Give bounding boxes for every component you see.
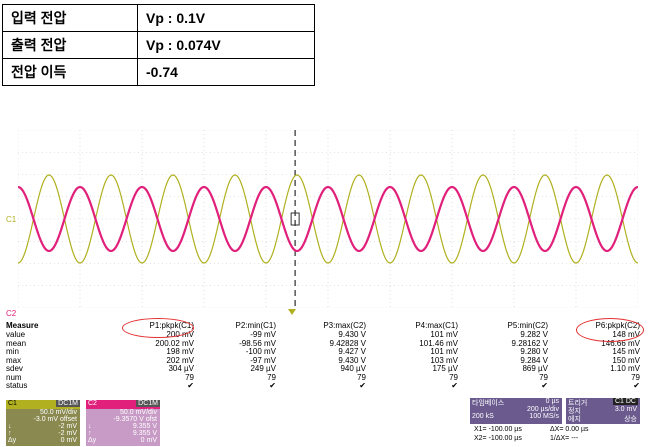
cursor-inv-delta-x: 1/ΔX= ---	[550, 435, 579, 442]
table-row: 입력 전압 Vp : 0.1V	[2, 4, 315, 32]
table-cell-value: Vp : 0.1V	[137, 4, 315, 32]
trigger-panel[interactable]: 트리거 C1 DC 정지 3.0 mV 에지 상승	[566, 398, 640, 424]
ch1-cursor-row: Δy 0 mV	[6, 437, 80, 444]
measure-column-header[interactable]: P5:min(C2)	[508, 321, 548, 330]
waveform-display[interactable]	[18, 130, 638, 308]
table-row: 출력 전압 Vp : 0.074V	[2, 31, 315, 59]
cursor-x2: X2= -100.00 µs	[474, 435, 522, 442]
status-check-icon: ✔	[269, 381, 276, 390]
ch2-cursor-row: ↑ 9.355 V	[86, 430, 160, 437]
ch1-ground-marker: C1	[6, 215, 17, 224]
timebase-offset: 0 µs	[545, 398, 559, 405]
cursor-x1: X1= -100.00 µs	[474, 426, 522, 433]
ch1-panel[interactable]: C1 DC1M 50.0 mV/div -3.0 mV offset ↓ -2 …	[6, 400, 80, 446]
voltage-info-table: 입력 전압 Vp : 0.1V 출력 전압 Vp : 0.074V 전압 이득 …	[2, 4, 315, 86]
status-check-icon: ✔	[541, 381, 548, 390]
status-check-icon: ✔	[633, 381, 640, 390]
timebase-samples: 200 kS	[472, 413, 494, 420]
measure-title: Measure	[6, 321, 39, 330]
trigger-mode-badge: C1 DC	[612, 398, 638, 405]
ch1-cursor-row: ↑ -2 mV	[6, 430, 80, 437]
measure-row: status ✔ ✔ ✔ ✔ ✔ ✔	[6, 381, 646, 390]
ch2-cursor-row: Δy 0 mV	[86, 437, 160, 444]
table-row: 전압 이득 -0.74	[2, 58, 315, 86]
ch1-offset: -3.0 mV offset	[33, 416, 77, 423]
ch2-cursor-row: ↓ 9.355 V	[86, 423, 160, 430]
trigger-marker-icon	[288, 309, 296, 315]
ch2-coupling: DC1M	[136, 400, 160, 407]
ch2-cursor-value: 0 mV	[140, 437, 157, 444]
ch1-cursor-value: 0 mV	[60, 437, 77, 444]
timebase-rate: 100 MS/s	[529, 413, 559, 420]
table-cell-label: 출력 전압	[2, 31, 138, 59]
measure-row-label: status	[6, 381, 28, 390]
ch1-cursor-value: -2 mV	[58, 423, 77, 430]
ch2-panel-title: C2	[88, 400, 97, 407]
ch1-cursor-value: -2 mV	[58, 430, 77, 437]
measure-column-header[interactable]: P3:max(C2)	[323, 321, 366, 330]
ch1-panel-title: C1	[8, 400, 17, 407]
trigger-slope: 상승	[624, 416, 637, 423]
cursor-up-icon: ↑	[8, 430, 12, 437]
table-cell-label: 입력 전압	[2, 4, 138, 32]
measure-header-row: Measure P1:pkpk(C1) P2:min(C1) P3:max(C2) P4…	[6, 321, 646, 330]
status-check-icon: ✔	[451, 381, 458, 390]
trigger-level: 3.0 mV	[614, 406, 637, 413]
table-cell-label: 전압 이득	[2, 58, 138, 86]
ch1-vdiv: 50.0 mV/div	[40, 409, 77, 416]
timebase-panel[interactable]: 타임베이스 0 µs 200 µs/div 200 kS 100 MS/s	[470, 398, 562, 424]
cursor-down-icon: ↓	[88, 423, 92, 430]
ch2-ground-marker: C2	[6, 309, 17, 318]
cursor-down-icon: ↓	[8, 423, 12, 430]
status-check-icon: ✔	[187, 381, 194, 390]
table-cell-value: -0.74	[137, 58, 315, 86]
table-cell-value: Vp : 0.074V	[137, 31, 315, 59]
ch2-offset: -9.3570 V ofst	[113, 416, 157, 423]
measure-column-header[interactable]: P2:min(C1)	[236, 321, 276, 330]
cursor-up-icon: ↑	[88, 430, 92, 437]
delta-y-label: Δy	[8, 437, 17, 444]
ch1-coupling: DC1M	[56, 400, 80, 407]
trigger-type: 에지	[568, 416, 581, 423]
measure-column-header[interactable]: P4:max(C1)	[415, 321, 458, 330]
ch2-panel[interactable]: C2 DC1M 50.0 mV/div -9.3570 V ofst ↓ 9.3…	[86, 400, 160, 446]
oscilloscope-screen: C1 C2 Measure P1:pkpk(C1) P2:min(C1) P3:max…	[4, 126, 654, 446]
ch2-cursor-value: 9.355 V	[132, 423, 157, 430]
ch2-vdiv: 50.0 mV/div	[120, 409, 157, 416]
timebase-title: 타임베이스	[472, 400, 505, 407]
cursor-readout: X1= -100.00 µs ΔX= 0.00 µs X2= -100.00 µ…	[474, 426, 644, 444]
ch2-cursor-value: 9.355 V	[132, 430, 157, 437]
status-check-icon: ✔	[359, 381, 366, 390]
delta-y-label: Δy	[88, 437, 97, 444]
annotation-circle	[576, 318, 644, 342]
annotation-circle	[122, 318, 194, 338]
cursor-delta-x: ΔX= 0.00 µs	[550, 426, 589, 433]
ch1-cursor-row: ↓ -2 mV	[6, 423, 80, 430]
